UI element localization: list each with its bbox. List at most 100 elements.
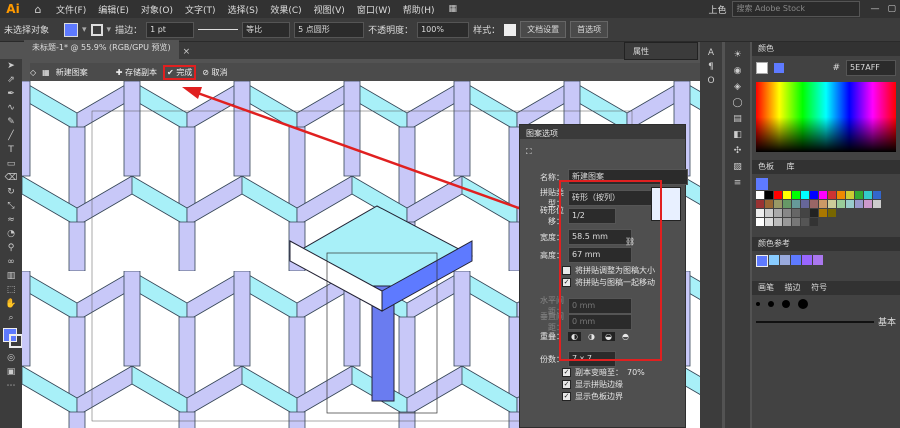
hand-tool-icon[interactable]: ✋ <box>0 297 22 311</box>
selection-tool-icon[interactable]: ➤ <box>0 59 22 73</box>
color-spectrum[interactable] <box>756 82 896 152</box>
home-icon[interactable]: ⌂ <box>26 3 50 16</box>
eyedropper-tool-icon[interactable]: ⚲ <box>0 241 22 255</box>
brush-select[interactable]: 5 点圆形 <box>294 21 365 38</box>
panel-dock-icons: ☀ ◉ ◈ ◯ ▤ ◧ ✣ ▨ ≡ <box>725 42 750 428</box>
stock-search-input[interactable]: 搜索 Adobe Stock <box>732 1 861 17</box>
transparency-icon[interactable]: ◯ <box>725 98 750 108</box>
character-icon[interactable]: A <box>700 48 722 58</box>
fill-swatch[interactable] <box>64 22 78 37</box>
menu-select[interactable]: 选择(S) <box>222 3 265 16</box>
line-tool-icon[interactable]: ╱ <box>0 129 22 143</box>
hash-symbol: # <box>832 63 840 73</box>
menu-effect[interactable]: 效果(C) <box>264 3 307 16</box>
align-icon[interactable]: ▤ <box>725 114 750 124</box>
chevron-down-icon[interactable]: ▾ <box>107 25 112 35</box>
chevron-down-icon[interactable]: ▾ <box>82 25 87 35</box>
stroke-swatch[interactable] <box>90 23 103 36</box>
menu-help[interactable]: 帮助(H) <box>397 3 441 16</box>
symbol-tab[interactable]: 符号 <box>811 283 827 292</box>
close-icon[interactable]: × <box>179 45 195 59</box>
color-panel-title: 颜色 <box>752 42 900 56</box>
current-color-swatch[interactable] <box>774 63 784 73</box>
menu-window[interactable]: 窗口(W) <box>351 3 397 16</box>
workspace-grid-icon[interactable]: ▦ <box>449 4 458 14</box>
document-setup-button[interactable]: 文档设置 <box>520 21 567 38</box>
swatch-grid[interactable] <box>752 174 900 231</box>
show-tile-edge-checkbox[interactable]: ✓ <box>562 380 571 389</box>
document-tab[interactable]: 未标题-1* @ 55.9% (RGB/GPU 预览) <box>24 40 179 59</box>
blend-tool-icon[interactable]: ∞ <box>0 255 22 269</box>
curvature-tool-icon[interactable]: ∿ <box>0 101 22 115</box>
brush-tab[interactable]: 画笔 <box>758 283 774 292</box>
done-label: 完成 <box>176 67 193 77</box>
dim-copies-label: 副本变暗至： <box>575 368 623 377</box>
shape-builder-tool-icon[interactable]: ◔ <box>0 227 22 241</box>
transform-icon[interactable]: ✣ <box>725 146 750 156</box>
fill-stroke-widget[interactable] <box>0 325 23 351</box>
type-tool-icon[interactable]: T <box>0 143 22 157</box>
menu-file[interactable]: 文件(F) <box>50 3 92 16</box>
pencil-tool-icon[interactable]: ✎ <box>0 115 22 129</box>
gradient-icon[interactable]: ▨ <box>725 162 750 172</box>
direct-selection-tool-icon[interactable]: ⇗ <box>0 73 22 87</box>
pathfinder-icon[interactable]: ◧ <box>725 130 750 140</box>
done-button[interactable]: ✔ 完成 <box>162 64 197 80</box>
opacity-input[interactable]: 100% <box>417 21 470 38</box>
screen-mode-icon[interactable]: ▣ <box>0 365 22 379</box>
workspace-switcher[interactable]: 上色 <box>702 3 732 16</box>
stroke-panel-icon[interactable]: ≡ <box>725 178 750 188</box>
color-guide-title: 颜色参考 <box>752 237 900 251</box>
menu-object[interactable]: 对象(O) <box>135 3 179 16</box>
opentype-icon[interactable]: O <box>700 76 722 86</box>
library-tab[interactable]: 库 <box>787 162 795 171</box>
save-copy-button[interactable]: ✚ 存储副本 <box>116 67 157 78</box>
app-logo: Ai <box>6 2 20 16</box>
tools-panel: ➤ ⇗ ✒ ∿ ✎ ╱ T ▭ ⌫ ↻ ⤡ ≈ ◔ ⚲ ∞ ▥ ⬚ ✋ ⌕ ◎ … <box>0 59 23 428</box>
hex-input[interactable]: 5E7AFF <box>846 60 896 76</box>
back-arrow-icon[interactable]: ◇ <box>30 68 36 77</box>
minimize-icon[interactable]: — <box>866 4 883 14</box>
brush-panel-tabs: 画笔 描边 符号 <box>752 281 900 295</box>
stroke-tab[interactable]: 描边 <box>785 283 801 292</box>
swatches-tab[interactable]: 色板 <box>758 162 774 171</box>
maximize-icon[interactable]: ▢ <box>883 4 900 14</box>
layers-icon[interactable]: ◈ <box>725 82 750 92</box>
stroke-line-preview <box>198 29 239 30</box>
more-tools-icon[interactable]: ⋯ <box>0 379 22 393</box>
properties-panel-tab[interactable]: 属性 <box>624 42 698 60</box>
color-guide-strip[interactable] <box>752 251 900 271</box>
scale-tool-icon[interactable]: ⤡ <box>0 199 22 213</box>
tile-tool-icon[interactable]: ⛶ <box>526 147 532 157</box>
brush-dots[interactable] <box>752 295 900 313</box>
dim-copies-checkbox[interactable]: ✓ <box>562 368 571 377</box>
variable-width-select[interactable]: 等比 <box>242 21 291 38</box>
menu-edit[interactable]: 编辑(E) <box>92 3 135 16</box>
appearance-icon[interactable]: ☀ <box>725 50 750 60</box>
cancel-label: 取消 <box>211 67 228 77</box>
stroke-weight-input[interactable]: 1 pt <box>146 21 195 38</box>
rectangle-tool-icon[interactable]: ▭ <box>0 157 22 171</box>
basic-brush-line[interactable] <box>756 320 874 323</box>
warp-tool-icon[interactable]: ≈ <box>0 213 22 227</box>
zoom-tool-icon[interactable]: ⌕ <box>0 311 22 325</box>
menu-view[interactable]: 视图(V) <box>308 3 351 16</box>
rotate-tool-icon[interactable]: ↻ <box>0 185 22 199</box>
artboard-tool-icon[interactable]: ⬚ <box>0 283 22 297</box>
pattern-icon: ▦ <box>42 67 50 77</box>
basic-brush-label: 基本 <box>877 318 896 328</box>
none-swatch[interactable] <box>756 62 768 74</box>
show-swatch-bounds-checkbox[interactable]: ✓ <box>562 392 571 401</box>
style-swatch[interactable] <box>504 23 517 36</box>
cancel-button[interactable]: ⊘ 取消 <box>202 67 227 78</box>
menu-bar: Ai ⌂ 文件(F) 编辑(E) 对象(O) 文字(T) 选择(S) 效果(C)… <box>0 0 900 18</box>
eraser-tool-icon[interactable]: ⌫ <box>0 171 22 185</box>
paragraph-icon[interactable]: ¶ <box>700 62 722 72</box>
preferences-button[interactable]: 首选项 <box>570 21 609 38</box>
graph-tool-icon[interactable]: ▥ <box>0 269 22 283</box>
pen-tool-icon[interactable]: ✒ <box>0 87 22 101</box>
menu-type[interactable]: 文字(T) <box>179 3 222 16</box>
draw-mode-icon[interactable]: ◎ <box>0 351 22 365</box>
graphic-styles-icon[interactable]: ◉ <box>725 66 750 76</box>
dim-value[interactable]: 70% <box>627 368 645 377</box>
